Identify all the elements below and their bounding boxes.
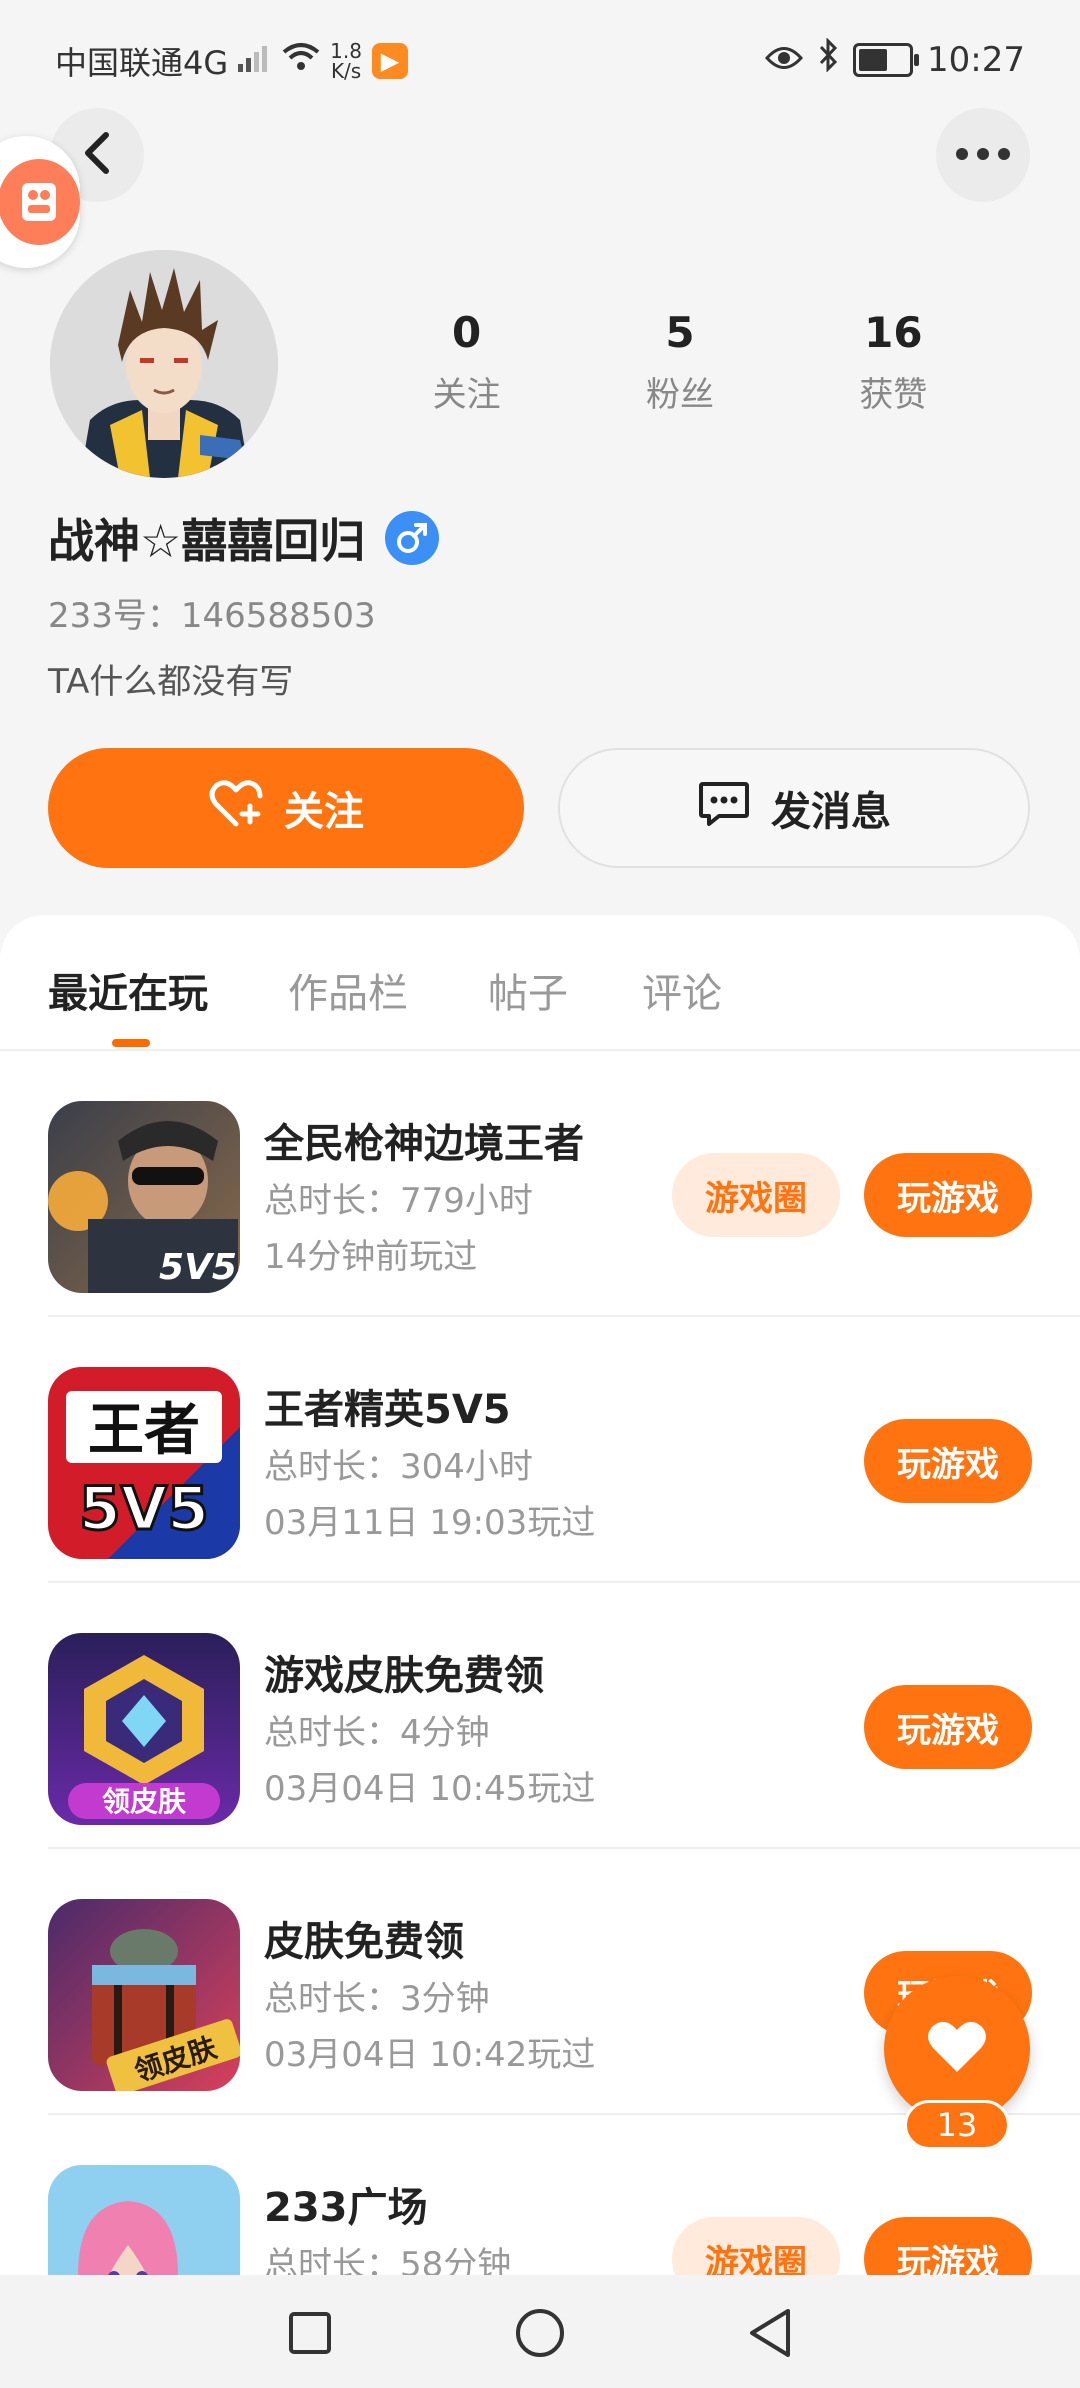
play-game-button[interactable]: 玩游戏 bbox=[864, 2217, 1032, 2275]
more-icon bbox=[955, 146, 1011, 165]
heart-plus-icon bbox=[208, 778, 264, 838]
stats-row: 0 关注 5 粉丝 16 获赞 bbox=[360, 308, 1000, 416]
system-nav-bar bbox=[0, 2275, 1080, 2388]
game-duration: 总时长：4分钟 bbox=[264, 1713, 490, 1753]
stat-likes[interactable]: 16 获赞 bbox=[787, 308, 1000, 416]
game-icon-label: 5V5 bbox=[79, 1474, 209, 1544]
wifi-icon bbox=[282, 42, 320, 80]
back-nav-icon[interactable] bbox=[742, 2305, 798, 2361]
user-id: 233号：146588503 bbox=[48, 596, 376, 636]
play-game-button[interactable]: 玩游戏 bbox=[864, 1419, 1032, 1503]
game-name: 皮肤免费领 bbox=[264, 1919, 464, 1965]
game-icon[interactable]: 王者 5V5 bbox=[48, 1367, 240, 1559]
app-badge-icon: ▶ bbox=[371, 43, 408, 79]
game-name: 233广场 bbox=[264, 2185, 428, 2231]
tab-comments[interactable]: 评论 bbox=[642, 961, 722, 1019]
bluetooth-icon bbox=[817, 37, 839, 81]
follow-label: 关注 bbox=[284, 789, 364, 835]
net-speed-unit: K/s bbox=[330, 59, 362, 83]
stat-label: 粉丝 bbox=[645, 375, 714, 415]
like-count: 13 bbox=[904, 2100, 1010, 2150]
bio: TA什么都没有写 bbox=[48, 662, 294, 702]
stat-following[interactable]: 0 关注 bbox=[360, 308, 573, 416]
nickname-row: 战神☆囍囍回归 bbox=[48, 505, 440, 571]
tab-posts[interactable]: 帖子 bbox=[488, 961, 568, 1019]
floating-app-logo[interactable] bbox=[0, 136, 80, 268]
chevron-left-icon bbox=[80, 131, 114, 179]
stat-label: 获赞 bbox=[859, 375, 928, 415]
avatar[interactable] bbox=[50, 250, 278, 478]
game-icon-label: 领皮肤 bbox=[102, 1785, 187, 1818]
recent-apps-icon[interactable] bbox=[282, 2305, 338, 2361]
game-icon[interactable]: 5V5 bbox=[48, 1101, 240, 1293]
signal-icon bbox=[238, 42, 272, 80]
chat-icon bbox=[697, 778, 751, 838]
game-icon-label: 王者 bbox=[88, 1398, 200, 1463]
status-left: 中国联通4G 1.8 K/s ▶ bbox=[55, 38, 408, 84]
clock: 10:27 bbox=[927, 39, 1025, 80]
game-name: 游戏皮肤免费领 bbox=[264, 1653, 544, 1699]
stat-value: 0 bbox=[452, 308, 482, 357]
eye-icon bbox=[765, 40, 804, 80]
male-icon bbox=[385, 511, 440, 565]
net-speed: 1.8 K/s bbox=[330, 41, 362, 81]
game-duration: 总时长：779小时 bbox=[264, 1181, 533, 1221]
game-last-played: 03月11日 19:03玩过 bbox=[264, 1503, 596, 1543]
tab-indicator bbox=[112, 1039, 150, 1047]
home-icon[interactable] bbox=[512, 2305, 568, 2361]
message-label: 发消息 bbox=[771, 789, 891, 835]
carrier-label: 中国联通4G bbox=[55, 44, 229, 82]
game-name: 全民枪神边境王者 bbox=[264, 1121, 584, 1167]
game-icon[interactable]: 领皮肤 bbox=[48, 1633, 240, 1825]
stat-value: 16 bbox=[864, 308, 923, 357]
nickname: 战神☆囍囍回归 bbox=[48, 514, 366, 568]
game-icon[interactable] bbox=[48, 2165, 240, 2275]
stat-fans[interactable]: 5 粉丝 bbox=[573, 308, 786, 416]
game-row[interactable]: 5V5 全民枪神边境王者 总时长：779小时 14分钟前玩过 游戏圈 玩游戏 bbox=[0, 1051, 1080, 1317]
heart-icon bbox=[925, 2018, 989, 2080]
message-button[interactable]: 发消息 bbox=[558, 748, 1030, 868]
net-speed-value: 1.8 bbox=[330, 39, 362, 63]
more-button[interactable] bbox=[936, 108, 1030, 202]
game-duration: 总时长：58分钟 bbox=[264, 2245, 512, 2275]
status-bar: 中国联通4G 1.8 K/s ▶ 10:27 bbox=[0, 0, 1080, 118]
game-last-played: 03月04日 10:45玩过 bbox=[264, 1769, 596, 1809]
game-row[interactable]: 领皮肤 游戏皮肤免费领 总时长：4分钟 03月04日 10:45玩过 玩游戏 bbox=[0, 1583, 1080, 1849]
game-last-played: 14分钟前玩过 bbox=[264, 1237, 478, 1277]
tab-works[interactable]: 作品栏 bbox=[288, 961, 408, 1019]
game-duration: 总时长：304小时 bbox=[264, 1447, 533, 1487]
battery-icon bbox=[853, 42, 920, 77]
game-circle-button[interactable]: 游戏圈 bbox=[672, 2217, 840, 2275]
game-circle-button[interactable]: 游戏圈 bbox=[672, 1153, 840, 1237]
status-right: 10:27 bbox=[765, 37, 1025, 81]
stat-value: 5 bbox=[665, 308, 695, 357]
tab-bar: 最近在玩 作品栏 帖子 评论 bbox=[0, 915, 1080, 1051]
stat-label: 关注 bbox=[432, 375, 501, 415]
app-logo-icon bbox=[0, 159, 80, 245]
game-duration: 总时长：3分钟 bbox=[264, 1979, 490, 2019]
play-game-button[interactable]: 玩游戏 bbox=[864, 1685, 1032, 1769]
game-icon-label: 5V5 bbox=[159, 1247, 237, 1288]
game-icon[interactable]: 领皮肤 bbox=[48, 1899, 240, 2091]
play-game-button[interactable]: 玩游戏 bbox=[864, 1153, 1032, 1237]
game-row[interactable]: 王者 5V5 王者精英5V5 总时长：304小时 03月11日 19:03玩过 … bbox=[0, 1317, 1080, 1583]
battery-fill bbox=[859, 48, 888, 71]
game-last-played: 03月04日 10:42玩过 bbox=[264, 2035, 596, 2075]
tab-recent-played[interactable]: 最近在玩 bbox=[48, 961, 208, 1019]
follow-button[interactable]: 关注 bbox=[48, 748, 524, 868]
game-name: 王者精英5V5 bbox=[264, 1387, 511, 1433]
